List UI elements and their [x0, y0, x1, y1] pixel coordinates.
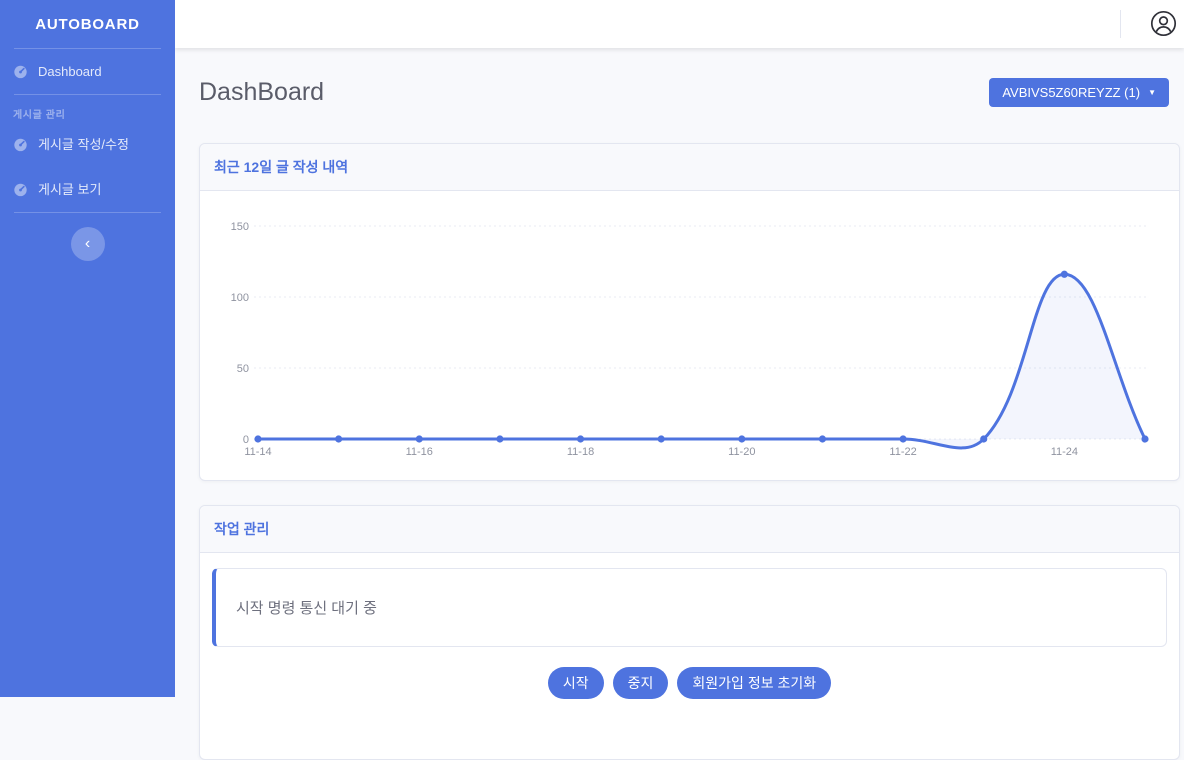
- topbar: [175, 0, 1184, 48]
- svg-text:11-22: 11-22: [889, 446, 916, 458]
- sidebar-divider: [14, 212, 161, 213]
- sidebar-item-label: 게시글 보기: [38, 180, 101, 199]
- page-header: DashBoard AVBIVS5Z60REYZZ (1) ▼: [199, 78, 1180, 107]
- account-dropdown-label: AVBIVS5Z60REYZZ (1): [1002, 85, 1140, 100]
- account-dropdown-button[interactable]: AVBIVS5Z60REYZZ (1) ▼: [989, 78, 1169, 107]
- svg-text:11-16: 11-16: [406, 446, 433, 458]
- sidebar-collapse-button[interactable]: ‹: [71, 227, 105, 261]
- brand-logo[interactable]: AUTOBOARD: [0, 0, 175, 48]
- recent-posts-chart-card: 최근 12일 글 작성 내역 0 50 100 150 11-14 11-16 11-18 1…: [199, 143, 1180, 481]
- tachometer-icon: [13, 182, 28, 197]
- status-message: 시작 명령 통신 대기 중: [236, 600, 377, 617]
- tachometer-icon: [13, 137, 28, 152]
- svg-text:50: 50: [237, 363, 249, 375]
- page-title: DashBoard: [199, 78, 324, 107]
- status-message-box: 시작 명령 통신 대기 중: [212, 568, 1167, 647]
- svg-text:11-20: 11-20: [728, 446, 755, 458]
- svg-text:11-18: 11-18: [567, 446, 594, 458]
- user-circle-icon: [1150, 25, 1177, 40]
- svg-text:11-14: 11-14: [244, 446, 271, 458]
- start-button[interactable]: 시작: [548, 667, 604, 699]
- chart-card-body: 0 50 100 150 11-14 11-16 11-18 11-20 11-22 11-24: [200, 191, 1179, 480]
- sidebar-item-dashboard[interactable]: Dashboard: [0, 49, 175, 94]
- topbar-divider: [1120, 10, 1121, 38]
- sidebar-section-heading: 게시글 관리: [0, 95, 175, 122]
- user-menu-button[interactable]: [1149, 10, 1177, 38]
- posts-line-chart: 0 50 100 150 11-14 11-16 11-18 11-20 11-22 11-24: [212, 201, 1167, 473]
- sidebar-item-post-write-edit[interactable]: 게시글 작성/수정: [0, 122, 175, 167]
- task-card-header: 작업 관리: [200, 506, 1179, 553]
- chart-card-header: 최근 12일 글 작성 내역: [200, 144, 1179, 191]
- reset-signup-info-button[interactable]: 회원가입 정보 초기화: [677, 667, 831, 699]
- sidebar-item-label: Dashboard: [38, 62, 102, 81]
- svg-text:11-24: 11-24: [1051, 446, 1078, 458]
- tachometer-icon: [13, 64, 28, 79]
- stop-button[interactable]: 중지: [613, 667, 669, 699]
- task-buttons-row: 시작 중지 회원가입 정보 초기화: [212, 667, 1167, 699]
- main-content: DashBoard AVBIVS5Z60REYZZ (1) ▼ 최근 12일 글…: [175, 48, 1184, 697]
- svg-text:0: 0: [243, 434, 249, 446]
- task-management-card: 작업 관리 시작 명령 통신 대기 중 시작 중지 회원가입 정보 초기화: [199, 505, 1180, 760]
- svg-text:100: 100: [231, 292, 249, 304]
- chevron-left-icon: ‹: [85, 235, 90, 252]
- task-card-body: 시작 명령 통신 대기 중 시작 중지 회원가입 정보 초기화: [200, 553, 1179, 759]
- sidebar-item-label: 게시글 작성/수정: [38, 135, 129, 154]
- sidebar-item-post-view[interactable]: 게시글 보기: [0, 167, 175, 212]
- sidebar: AUTOBOARD Dashboard 게시글 관리 게시글 작성/수정 게시글…: [0, 0, 175, 697]
- svg-text:150: 150: [231, 221, 249, 233]
- chevron-down-icon: ▼: [1148, 89, 1156, 97]
